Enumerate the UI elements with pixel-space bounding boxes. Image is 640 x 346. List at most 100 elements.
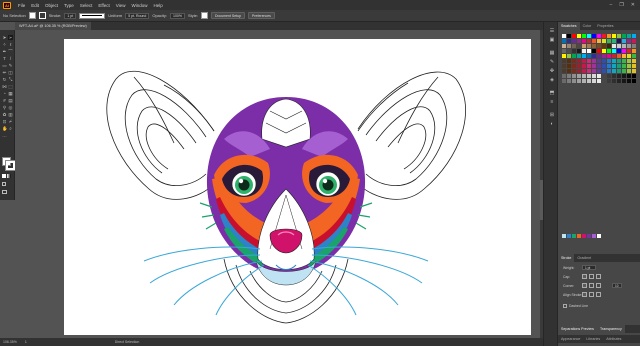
color-swatch[interactable] bbox=[597, 54, 601, 58]
color-swatch[interactable] bbox=[567, 69, 571, 73]
weight-field[interactable]: 1 pt bbox=[582, 265, 596, 270]
color-swatch[interactable] bbox=[577, 49, 581, 53]
color-swatch[interactable] bbox=[592, 39, 596, 43]
tab-attributes[interactable]: Attributes bbox=[603, 335, 624, 343]
color-swatch[interactable] bbox=[562, 59, 566, 63]
color-swatch[interactable] bbox=[582, 44, 586, 48]
document-setup-button[interactable]: Document Setup bbox=[210, 12, 246, 19]
color-swatch[interactable] bbox=[592, 34, 596, 38]
perspective-grid-tool-icon[interactable]: ▦ bbox=[8, 91, 13, 96]
color-swatch[interactable] bbox=[587, 74, 591, 78]
menu-file[interactable]: File bbox=[15, 3, 28, 8]
graph-tool-icon[interactable]: ▥ bbox=[8, 112, 13, 117]
hand-tool-icon[interactable]: ✋ bbox=[2, 126, 8, 131]
properties-panel-icon[interactable]: ☰ bbox=[549, 28, 555, 34]
tab-separations-preview[interactable]: Separations Preview bbox=[558, 325, 597, 333]
tab-gradient[interactable]: Gradient bbox=[574, 254, 594, 262]
minimize-icon[interactable]: – bbox=[610, 2, 613, 8]
color-swatch[interactable] bbox=[622, 74, 626, 78]
color-swatch[interactable] bbox=[627, 69, 631, 73]
color-swatch[interactable] bbox=[577, 69, 581, 73]
tab-stroke[interactable]: Stroke bbox=[558, 254, 575, 262]
color-swatch[interactable] bbox=[617, 49, 621, 53]
type-tool-icon[interactable]: T bbox=[2, 56, 7, 61]
miter-limit-field[interactable]: 10 bbox=[612, 283, 622, 288]
color-swatch[interactable] bbox=[582, 59, 586, 63]
transform-panel-icon[interactable]: ⊞ bbox=[549, 112, 555, 118]
align-outside-icon[interactable] bbox=[596, 292, 601, 297]
swatch-group[interactable] bbox=[592, 234, 596, 238]
color-swatch[interactable] bbox=[617, 54, 621, 58]
color-swatch[interactable] bbox=[577, 34, 581, 38]
zoom-tool-icon[interactable]: ⌕ bbox=[8, 126, 13, 131]
swatches-panel-icon[interactable]: ▦ bbox=[549, 50, 555, 56]
color-swatch[interactable] bbox=[582, 34, 586, 38]
menu-effect[interactable]: Effect bbox=[95, 3, 112, 8]
curvature-tool-icon[interactable]: ⌒ bbox=[8, 49, 13, 54]
color-swatch[interactable] bbox=[627, 49, 631, 53]
align-inside-icon[interactable] bbox=[589, 292, 594, 297]
color-swatch[interactable] bbox=[597, 74, 601, 78]
more-tools-icon[interactable]: ⋯ bbox=[2, 134, 7, 139]
color-swatch[interactable] bbox=[597, 44, 601, 48]
color-swatch[interactable] bbox=[567, 79, 571, 83]
color-swatch[interactable] bbox=[617, 69, 621, 73]
color-swatch[interactable] bbox=[602, 59, 606, 63]
graphic-style-swatch[interactable] bbox=[200, 12, 208, 19]
color-swatch[interactable] bbox=[597, 59, 601, 63]
pathfinder-panel-icon[interactable]: ◐ bbox=[549, 121, 555, 127]
fill-swatch[interactable] bbox=[28, 12, 36, 19]
tab-swatches[interactable]: Swatches bbox=[558, 22, 580, 30]
tab-color[interactable]: Color bbox=[580, 22, 595, 30]
stroke-weight-field[interactable]: 1 pt bbox=[64, 12, 77, 19]
color-swatch[interactable] bbox=[587, 69, 591, 73]
color-swatch[interactable] bbox=[562, 54, 566, 58]
color-swatch[interactable] bbox=[572, 74, 576, 78]
color-swatch[interactable] bbox=[592, 69, 596, 73]
color-swatch[interactable] bbox=[627, 79, 631, 83]
cap-round-icon[interactable] bbox=[589, 274, 594, 279]
color-swatch[interactable] bbox=[572, 49, 576, 53]
color-swatch[interactable] bbox=[622, 54, 626, 58]
color-swatch[interactable] bbox=[567, 59, 571, 63]
cap-butt-icon[interactable] bbox=[582, 274, 587, 279]
menu-window[interactable]: Window bbox=[128, 3, 150, 8]
color-swatch[interactable] bbox=[632, 39, 636, 43]
color-swatch[interactable] bbox=[612, 49, 616, 53]
color-swatch[interactable] bbox=[617, 74, 621, 78]
color-swatch[interactable] bbox=[572, 59, 576, 63]
rotate-tool-icon[interactable]: ↻ bbox=[2, 77, 7, 82]
color-swatch[interactable] bbox=[627, 74, 631, 78]
stroke-color-icon[interactable] bbox=[5, 160, 16, 171]
color-swatch[interactable] bbox=[582, 39, 586, 43]
scale-tool-icon[interactable]: ⤡ bbox=[8, 77, 13, 82]
color-swatch[interactable] bbox=[582, 79, 586, 83]
swatch-group[interactable] bbox=[567, 234, 571, 238]
color-swatch[interactable] bbox=[612, 74, 616, 78]
paintbrush-tool-icon[interactable]: ✎ bbox=[8, 63, 13, 68]
blend-tool-icon[interactable]: ◎ bbox=[8, 105, 13, 110]
zoom-level[interactable]: 106.35% bbox=[3, 340, 17, 344]
color-swatch[interactable] bbox=[632, 34, 636, 38]
slice-tool-icon[interactable]: ⌿ bbox=[8, 119, 13, 124]
color-swatch[interactable] bbox=[627, 34, 631, 38]
color-swatch[interactable] bbox=[562, 74, 566, 78]
color-swatch[interactable] bbox=[627, 44, 631, 48]
corner-miter-icon[interactable] bbox=[582, 283, 587, 288]
color-swatch[interactable] bbox=[597, 69, 601, 73]
stroke-swatch[interactable] bbox=[38, 12, 46, 19]
mesh-tool-icon[interactable]: # bbox=[2, 98, 7, 103]
color-swatch[interactable] bbox=[582, 74, 586, 78]
color-swatch[interactable] bbox=[632, 64, 636, 68]
color-swatch[interactable] bbox=[612, 39, 616, 43]
color-swatch[interactable] bbox=[622, 69, 626, 73]
color-swatch[interactable] bbox=[592, 64, 596, 68]
color-swatch[interactable] bbox=[612, 44, 616, 48]
color-swatch[interactable] bbox=[567, 34, 571, 38]
color-swatch[interactable] bbox=[567, 49, 571, 53]
tab-transparency[interactable]: Transparency bbox=[596, 325, 625, 333]
selection-tool-icon[interactable]: ➤ bbox=[2, 35, 7, 40]
color-swatch[interactable] bbox=[632, 44, 636, 48]
color-swatch[interactable] bbox=[572, 69, 576, 73]
color-swatch[interactable] bbox=[592, 74, 596, 78]
